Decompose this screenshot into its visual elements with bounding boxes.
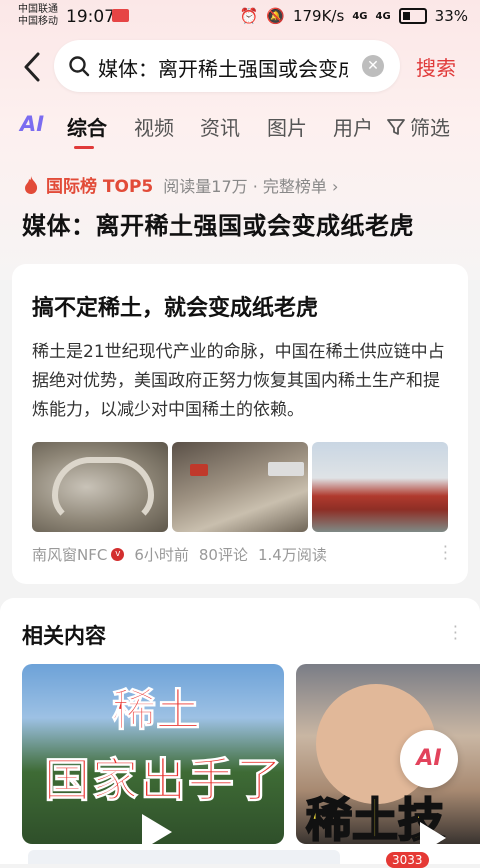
status-icons: ⏰ 🔕 179K/s 4G 4G 33% (240, 7, 468, 25)
hot-list-row[interactable]: 国际榜 TOP5 阅读量17万 · 完整榜单 › (22, 172, 338, 197)
verified-badge-icon: v (111, 548, 125, 561)
battery-percent: 33% (434, 7, 468, 25)
count-badge: 3033 (386, 852, 429, 868)
clock: 19:07 (66, 7, 115, 27)
tab-images[interactable]: 图片 (267, 112, 307, 141)
article-meta: 南风窗NFC v 6小时前 80评论 1.4万阅读 (32, 544, 327, 565)
article-images (32, 442, 448, 532)
status-bar: 中国联通 中国移动 19:07 ⏰ 🔕 179K/s 4G 4G 33% (0, 0, 480, 34)
filter-button[interactable]: 筛选 (386, 112, 450, 141)
article-reads: 1.4万阅读 (257, 546, 327, 564)
search-box[interactable]: 媒体：离开稀土强国或会变成纸老虎 ✕ (54, 40, 400, 92)
signal-1: 4G (352, 10, 368, 22)
battery-icon (398, 8, 427, 24)
related-section: 相关内容 · · · 稀土 国家出手了 稀土技 (0, 598, 480, 864)
notification-icon (112, 9, 129, 22)
article-source[interactable]: 南风窗NFC (32, 544, 107, 565)
article-summary: 稀土是21世纪现代产业的命脉，中国在稀土供应链中占据绝对优势，美国政府正努力恢复… (32, 342, 445, 420)
carrier-2: 中国移动 (18, 16, 58, 27)
more-options-icon[interactable]: · · · (443, 539, 448, 567)
carrier-1: 中国联通 (18, 4, 58, 15)
tab-users[interactable]: 用户 (333, 112, 373, 141)
video-1-title-line-1: 稀土 (112, 685, 201, 737)
active-tab-indicator (74, 146, 94, 149)
clear-icon[interactable]: ✕ (362, 55, 384, 77)
ai-assistant-button[interactable]: AI (400, 730, 458, 788)
tab-news[interactable]: 资讯 (200, 112, 240, 141)
carrier-info: 中国联通 中国移动 (18, 4, 58, 28)
tab-ai[interactable]: AI (20, 112, 44, 136)
related-more-icon[interactable]: · · · (453, 619, 458, 647)
video-1-title-line-2: 国家出手了 (44, 753, 284, 808)
article-card[interactable]: 搞不定稀土，就会变成纸老虎 稀土是21世纪现代产业的命脉，中国在稀土供应链中占据… (12, 264, 468, 584)
chevron-left-icon (24, 52, 40, 82)
tab-comprehensive[interactable]: 综合 (67, 112, 107, 141)
filter-icon (387, 118, 405, 135)
search-button[interactable]: 搜索 (416, 52, 456, 81)
search-input[interactable]: 媒体：离开稀土强国或会变成纸老虎 (98, 53, 348, 82)
hot-headline[interactable]: 媒体：离开稀土强国或会变成纸老虎 (22, 206, 414, 241)
article-title[interactable]: 搞不定稀土，就会变成纸老虎 (32, 290, 318, 322)
filter-label: 筛选 (410, 116, 450, 140)
related-video-1[interactable]: 稀土 国家出手了 (22, 664, 284, 844)
play-icon (142, 814, 172, 844)
play-icon (420, 822, 446, 854)
article-image-3[interactable] (312, 442, 448, 532)
article-comments: 80评论 (198, 546, 248, 564)
article-image-1[interactable] (32, 442, 168, 532)
network-speed: 179K/s (292, 7, 345, 25)
hot-list-meta[interactable]: 阅读量17万 · 完整榜单 › (163, 173, 338, 197)
bottom-card-preview[interactable] (28, 850, 340, 864)
fire-icon (25, 175, 38, 194)
hot-list-label: 国际榜 TOP5 (46, 177, 154, 197)
mute-icon: 🔕 (266, 7, 285, 25)
alarm-icon: ⏰ (239, 7, 259, 25)
category-tabs: AI 综合 视频 资讯 图片 用户 筛选 (20, 110, 470, 150)
article-time: 6小时前 (134, 546, 189, 564)
tab-video[interactable]: 视频 (134, 112, 174, 141)
article-image-2[interactable] (172, 442, 308, 532)
signal-2: 4G (375, 10, 391, 22)
related-title: 相关内容 (22, 624, 106, 648)
search-icon (69, 56, 90, 77)
back-button[interactable] (20, 50, 48, 84)
